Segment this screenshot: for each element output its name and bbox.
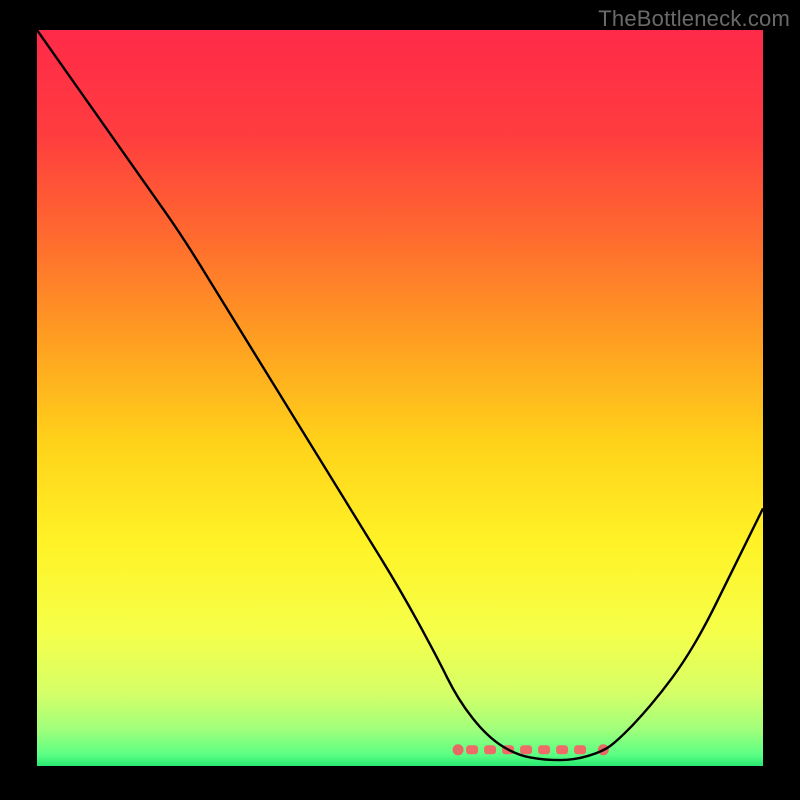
band-dash	[466, 745, 478, 754]
watermark-text: TheBottleneck.com	[598, 6, 790, 32]
band-dash	[556, 745, 568, 754]
gradient-background	[37, 30, 763, 766]
plot-area	[37, 30, 763, 766]
chart-frame: TheBottleneck.com	[0, 0, 800, 800]
band-end-left	[453, 744, 464, 755]
bottleneck-chart	[37, 30, 763, 766]
band-dash	[538, 745, 550, 754]
band-dash	[520, 745, 532, 754]
band-dash	[484, 745, 496, 754]
band-dash	[574, 745, 586, 754]
